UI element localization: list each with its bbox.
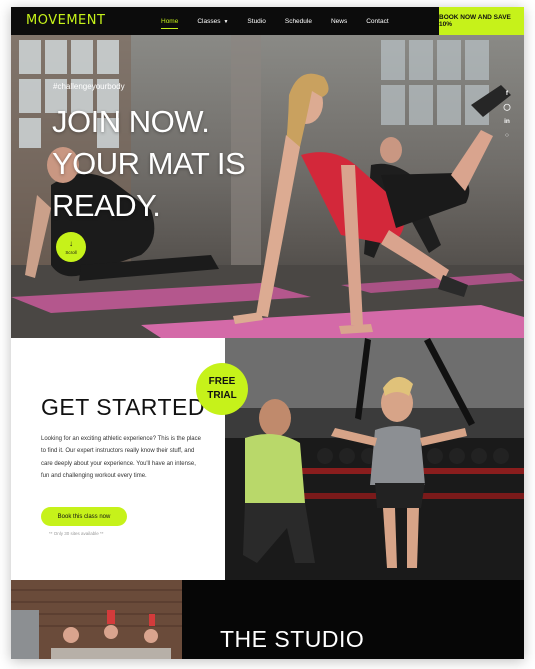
hero-title-line-1: JOIN NOW. — [52, 104, 210, 139]
brand-logo[interactable]: MOVEMENT — [26, 13, 105, 28]
arrow-down-icon: ↓ — [69, 238, 73, 248]
chevron-down-icon: ▼ — [223, 18, 229, 25]
nav-item-contact[interactable]: Contact — [366, 18, 388, 25]
scroll-button[interactable]: ↓ Scroll — [56, 232, 86, 262]
studio-photo — [11, 580, 182, 659]
nav-item-studio[interactable]: Studio — [247, 18, 265, 25]
book-class-button[interactable]: Book this class now — [41, 507, 127, 526]
free-trial-line-1: FREE — [208, 376, 236, 387]
facebook-icon[interactable]: f — [501, 87, 513, 101]
studio-section: THE STUDIO — [182, 580, 524, 659]
nav-item-schedule[interactable]: Schedule — [285, 18, 312, 25]
social-links: f ◯ in ○ — [501, 87, 513, 143]
pinterest-icon[interactable]: ○ — [501, 129, 513, 143]
nav-item-classes[interactable]: Classes ▼ — [197, 18, 228, 25]
get-started-heading: GET STARTED — [41, 394, 205, 420]
instagram-icon[interactable]: ◯ — [501, 101, 513, 115]
linkedin-icon[interactable]: in — [501, 115, 513, 129]
nav-item-news[interactable]: News — [331, 18, 347, 25]
scroll-label: Scroll — [65, 249, 77, 255]
nav-item-classes-label: Classes — [197, 17, 221, 25]
free-trial-line-2: TRIAL — [207, 390, 237, 401]
free-trial-badge[interactable]: FREE TRIAL — [196, 363, 248, 415]
hero-title: JOIN NOW. YOUR MAT IS READY. — [52, 101, 246, 227]
studio-heading: THE STUDIO — [220, 626, 365, 652]
hero-title-line-2: YOUR MAT IS — [52, 146, 246, 181]
trx-training-photo — [225, 338, 524, 580]
book-now-button[interactable]: BOOK NOW AND SAVE 10% — [439, 7, 524, 35]
hero-hashtag: #challengeyourbody — [53, 82, 125, 91]
website-frame: MOVEMENT Home Classes ▼ Studio Schedule N… — [11, 7, 524, 659]
top-navigation: MOVEMENT Home Classes ▼ Studio Schedule N… — [11, 7, 524, 35]
hero-section: #challengeyourbody JOIN NOW. YOUR MAT IS… — [11, 35, 524, 338]
get-started-section: GET STARTED Looking for an exciting athl… — [11, 338, 225, 580]
nav-links: Home Classes ▼ Studio Schedule News Conta… — [161, 7, 408, 35]
nav-item-home[interactable]: Home — [161, 18, 179, 29]
get-started-body: Looking for an exciting athletic experie… — [41, 436, 201, 480]
availability-note: ** Only 30 sites available ** — [49, 531, 104, 536]
studio-photo-image — [11, 580, 182, 659]
hero-title-line-3: READY. — [52, 188, 161, 223]
training-photo-image — [225, 338, 524, 580]
